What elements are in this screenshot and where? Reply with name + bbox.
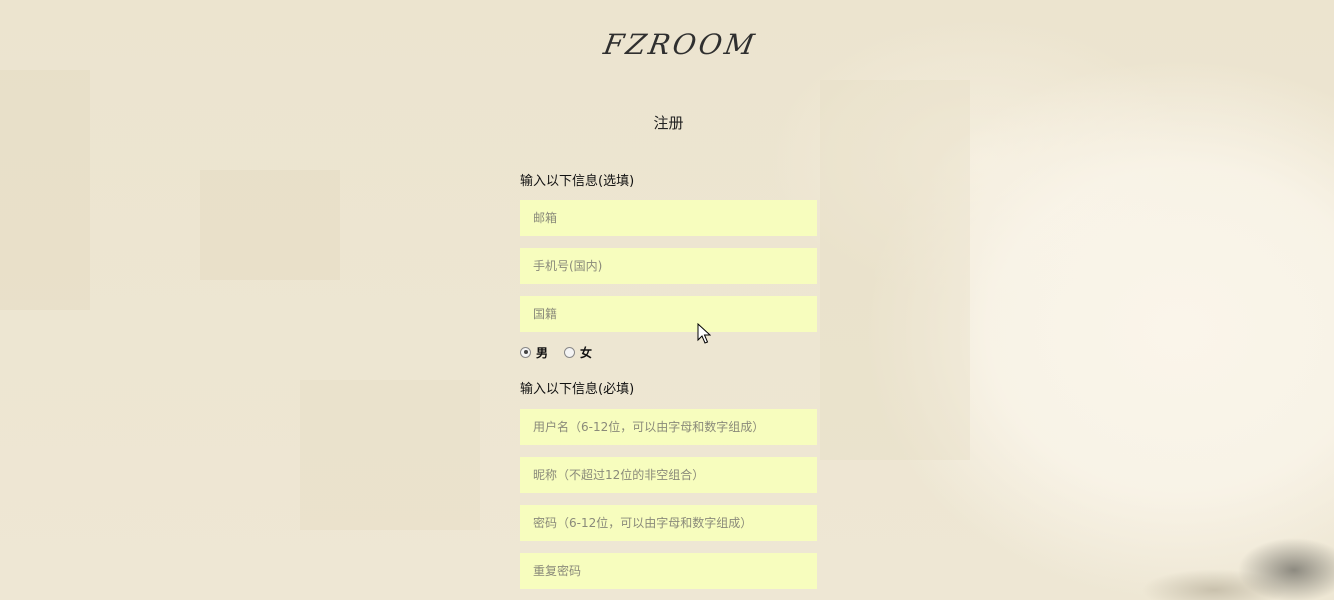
- gender-option-female[interactable]: 女: [564, 344, 592, 361]
- mouse-pointer-icon: [697, 323, 711, 344]
- nickname-field[interactable]: [520, 457, 817, 493]
- password-field[interactable]: [520, 505, 817, 541]
- required-section-label: 输入以下信息(必填): [520, 382, 635, 397]
- gender-option-male[interactable]: 男: [520, 344, 548, 361]
- female-radio[interactable]: [564, 346, 576, 358]
- optional-section-label: 输入以下信息(选填): [520, 174, 635, 189]
- confirm-password-field[interactable]: [520, 553, 817, 589]
- landscape-rocks: [1104, 480, 1334, 600]
- background-blotch: [820, 80, 970, 460]
- username-field[interactable]: [520, 409, 817, 445]
- site-logo[interactable]: FZROOM: [601, 28, 759, 61]
- gender-radio-group: 男 女: [520, 343, 608, 361]
- male-radio[interactable]: [520, 346, 531, 358]
- email-field[interactable]: [520, 200, 817, 236]
- background-blotch: [0, 70, 90, 310]
- phone-field[interactable]: [520, 248, 817, 284]
- male-label: 男: [536, 345, 549, 360]
- female-label: 女: [580, 345, 593, 360]
- background-blotch: [300, 380, 480, 530]
- page-title: 注册: [653, 114, 684, 132]
- nationality-field[interactable]: [520, 296, 817, 332]
- background-blotch: [200, 170, 340, 280]
